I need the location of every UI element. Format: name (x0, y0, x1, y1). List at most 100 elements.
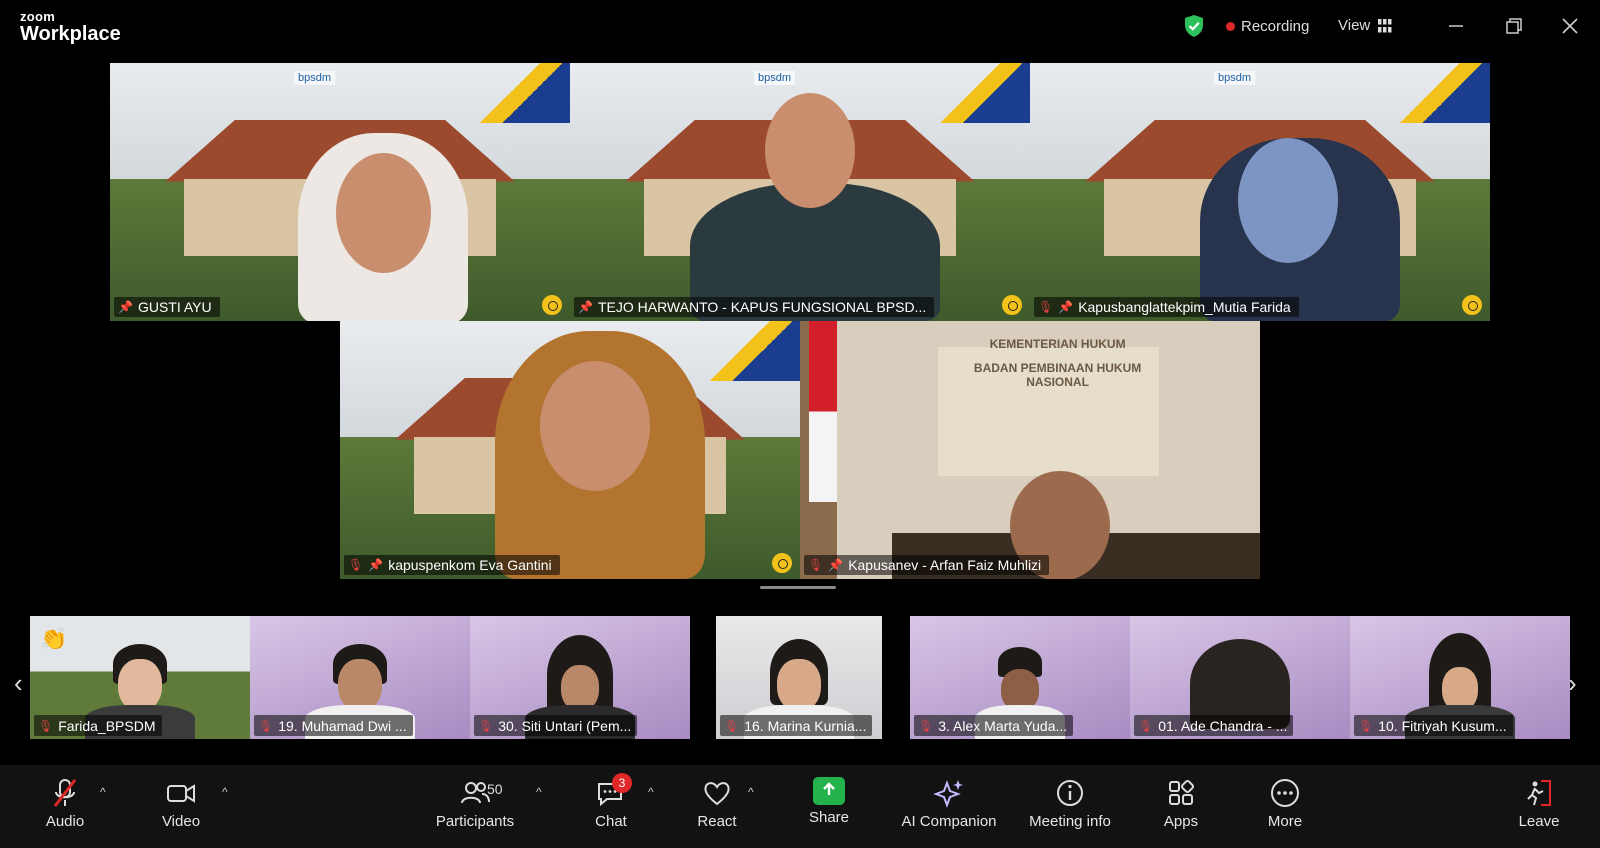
name-tag: 🎙 📌 kapuspenkom Eva Gantini (344, 555, 560, 575)
participant-name: Farida_BPSDM (58, 717, 156, 734)
participant-name: Kapusanev - Arfan Faiz Muhlizi (848, 557, 1042, 573)
participant-name: 10. Fitriyah Kusum... (1378, 717, 1507, 734)
title-bar: zoom Workplace Recording View (0, 0, 1600, 58)
participant-name: TEJO HARWANTO - KAPUS FUNGSIONAL BPSD... (597, 299, 927, 315)
recording-dot-icon (1226, 22, 1235, 31)
thumb-fitriyah-kusum[interactable]: 🎙 10. Fitriyah Kusum... (1350, 616, 1570, 739)
view-button[interactable]: View (1338, 17, 1392, 34)
participant-name: 01. Ade Chandra - ... (1158, 717, 1288, 734)
thumb-ade-chandra[interactable]: 🎙 01. Ade Chandra - ... (1130, 616, 1350, 739)
name-tag: 🎙 Farida_BPSDM (34, 715, 162, 736)
ai-companion-button[interactable]: AI Companion (878, 777, 1020, 830)
close-icon[interactable] (1558, 14, 1582, 38)
video-button[interactable]: Video (126, 777, 236, 830)
video-tile-eva-gantini[interactable]: 🎙 📌 kapuspenkom Eva Gantini (340, 321, 800, 579)
name-tag: 🎙 19. Muhamad Dwi ... (254, 715, 413, 736)
video-camera-icon (167, 784, 195, 803)
name-tag: 🎙 30. Siti Untari (Pem... (474, 715, 638, 736)
view-label: View (1338, 17, 1371, 34)
muted-mic-icon: 🎙 (258, 718, 274, 733)
leave-label: Leave (1518, 813, 1560, 830)
resize-handle[interactable] (760, 586, 836, 589)
chat-label: Chat (595, 813, 627, 830)
video-tile-gusti-ayu[interactable]: bpsdm 📌 GUSTI AYU (110, 63, 570, 321)
clap-reaction: 👏 (40, 626, 68, 651)
thumb-alex-marta[interactable]: 🎙 3. Alex Marta Yuda... (910, 616, 1130, 739)
name-tag: 🎙 📌 Kapusbanglattekpim_Mutia Farida (1034, 297, 1299, 317)
chat-options-caret-icon[interactable]: ^ (648, 785, 654, 799)
more-button[interactable]: More (1230, 777, 1340, 830)
participants-options-caret-icon[interactable]: ^ (536, 785, 542, 799)
leave-door-icon (1527, 780, 1551, 806)
name-tag: 🎙 01. Ade Chandra - ... (1134, 715, 1294, 736)
video-tile-mutia-farida[interactable]: bpsdm 🎙 📌 Kapusbanglattekpim_Mutia Farid… (1030, 63, 1490, 321)
video-tile-tejo-harwanto[interactable]: bpsdm 📌 TEJO HARWANTO - KAPUS FUNGSIONAL… (570, 63, 1030, 321)
name-tag: 🎙 16. Marina Kurnia... (720, 715, 873, 736)
participant-name: 19. Muhamad Dwi ... (278, 717, 407, 734)
pin-icon: 📌 (368, 558, 384, 572)
more-dots-icon (1271, 779, 1299, 807)
indonesian-flag (809, 321, 837, 502)
bpsdm-logo: bpsdm (754, 71, 796, 85)
muted-mic-icon: 🎙 (478, 718, 494, 733)
participant-face (118, 659, 162, 711)
react-label: React (697, 813, 737, 830)
meeting-info-button[interactable]: Meeting info (1010, 777, 1130, 830)
participants-button[interactable]: 50 Participants (420, 777, 530, 830)
thumb-siti-untari[interactable]: 🎙 30. Siti Untari (Pem... (470, 616, 690, 739)
more-label: More (1267, 813, 1303, 830)
info-icon (1057, 780, 1083, 806)
grid-icon (1378, 18, 1392, 32)
participant-name: 30. Siti Untari (Pem... (498, 717, 632, 734)
thumb-farida-bpsdm[interactable]: 👏 🎙 Farida_BPSDM (30, 616, 250, 739)
meeting-toolbar: Audio ^ Video ^ 50 Participants ^ 3 Chat… (0, 765, 1600, 848)
thumb-muhamad-dwi[interactable]: 🎙 19. Muhamad Dwi ... (250, 616, 470, 739)
pin-icon: 📌 (578, 300, 593, 314)
react-options-caret-icon[interactable]: ^ (748, 785, 754, 799)
heart-icon (704, 782, 730, 806)
video-tile-arfan-faiz[interactable]: KEMENTERIAN HUKUM BADAN PEMBINAAN HUKUM … (800, 321, 1260, 579)
logo-line1: zoom (20, 9, 56, 24)
minimize-icon[interactable] (1444, 14, 1468, 38)
meeting-info-label: Meeting info (1029, 813, 1111, 830)
react-button[interactable]: React (662, 777, 772, 830)
audio-options-caret-icon[interactable]: ^ (100, 785, 106, 799)
pin-icon: 📌 (828, 558, 844, 572)
participants-count: 50 (487, 781, 503, 797)
globe-icon (542, 295, 562, 315)
muted-mic-icon: 🎙 (38, 718, 54, 733)
muted-mic-icon: 🎙 (724, 718, 740, 733)
encryption-shield-icon[interactable] (1183, 14, 1205, 38)
leave-button[interactable]: Leave (1484, 777, 1594, 830)
bpsdm-logo: bpsdm (1214, 71, 1256, 85)
name-tag: 📌 TEJO HARWANTO - KAPUS FUNGSIONAL BPSD.… (574, 297, 935, 317)
name-tag: 🎙 10. Fitriyah Kusum... (1354, 715, 1513, 736)
audio-label: Audio (45, 813, 85, 830)
banner-stripe (480, 63, 570, 123)
participant-face (336, 153, 431, 273)
logo-line2: Workplace (20, 23, 121, 45)
name-tag: 📌 GUSTI AYU (114, 297, 220, 317)
video-options-caret-icon[interactable]: ^ (222, 785, 228, 799)
thumb-marina-kurnia[interactable]: 🎙 16. Marina Kurnia... (716, 616, 882, 739)
participant-name: 3. Alex Marta Yuda... (938, 717, 1068, 734)
muted-mic-icon: 🎙 (1138, 718, 1154, 733)
muted-mic-icon: 🎙 (918, 718, 934, 733)
recording-indicator[interactable]: Recording (1226, 18, 1309, 35)
muted-mic-icon: 🎙 (348, 558, 364, 572)
participant-face (338, 659, 382, 711)
apps-button[interactable]: Apps (1126, 777, 1236, 830)
banner-stripe (940, 63, 1030, 123)
strip-prev-icon[interactable]: ‹ (14, 668, 23, 699)
share-label: Share (808, 809, 850, 826)
restore-icon[interactable] (1502, 14, 1526, 38)
participant-name: Kapusbanglattekpim_Mutia Farida (1078, 299, 1291, 315)
recording-label: Recording (1241, 18, 1310, 35)
name-tag: 🎙 3. Alex Marta Yuda... (914, 715, 1074, 736)
bpsdm-logo: bpsdm (294, 71, 336, 85)
participant-face (777, 659, 821, 711)
share-button[interactable]: Share (774, 777, 884, 826)
participant-face (765, 93, 855, 208)
muted-mic-icon: 🎙 (808, 558, 824, 572)
apps-label: Apps (1163, 813, 1199, 830)
